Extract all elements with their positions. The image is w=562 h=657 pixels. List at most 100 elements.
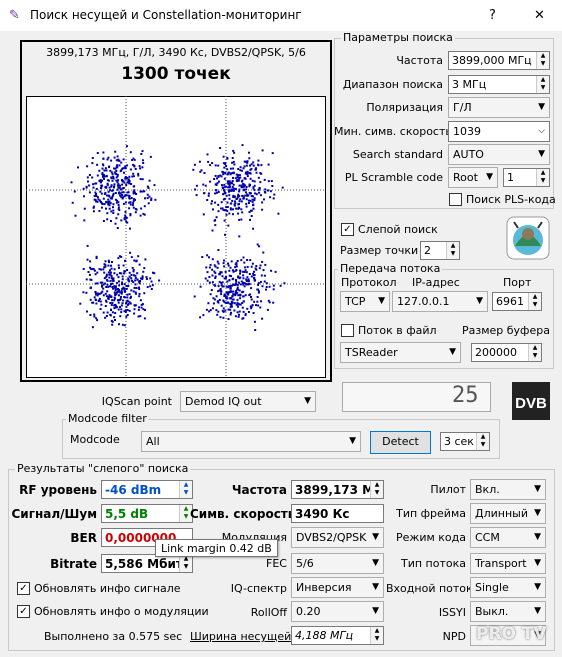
detect-button[interactable]: Detect: [370, 431, 431, 454]
update-mod-checkbox[interactable]: ✓: [17, 605, 30, 618]
mode-select[interactable]: CCM ▼: [470, 527, 546, 548]
constellation-point: [140, 306, 143, 309]
constellation-point: [230, 260, 233, 263]
input-label: Входной поток: [386, 582, 473, 595]
constellation-point: [217, 210, 220, 213]
constellation-point: [107, 190, 110, 193]
pl-value: 1: [507, 171, 514, 184]
port-spin[interactable]: ▲ ▼: [528, 293, 541, 310]
constellation-point: [234, 263, 237, 266]
constellation-point: [254, 267, 257, 270]
constellation-point: [153, 272, 156, 275]
constellation-point: [121, 278, 124, 281]
frame-select[interactable]: Длинный ▼: [470, 503, 546, 524]
point-size-spin[interactable]: ▲ ▼: [446, 242, 459, 259]
standard-select[interactable]: AUTO ▼: [448, 144, 550, 165]
constellation-point: [94, 282, 97, 285]
constellation-point: [143, 213, 146, 216]
pl-spin[interactable]: ▲ ▼: [536, 169, 549, 186]
constellation-point: [124, 214, 127, 217]
polarization-select[interactable]: Г/Л ▼: [448, 97, 550, 118]
min-sr-combo[interactable]: 1039 ⌵: [448, 121, 550, 142]
constellation-point: [203, 192, 206, 195]
constellation-point: [91, 157, 94, 159]
constellation-point: [129, 214, 132, 217]
constellation-point: [105, 299, 107, 302]
interval-input[interactable]: 3 сек ▲ ▼: [440, 432, 490, 451]
constellation-point: [119, 194, 122, 197]
range-spin[interactable]: ▲ ▼: [536, 76, 549, 93]
constellation-point: [116, 281, 119, 284]
constellation-point: [140, 277, 142, 280]
constellation-point: [99, 308, 102, 310]
pilot-select[interactable]: Вкл. ▼: [470, 479, 546, 500]
constellation-point: [238, 313, 240, 316]
constellation-point: [206, 153, 209, 156]
frequency-spin[interactable]: ▲ ▼: [536, 52, 549, 69]
pl-value-input[interactable]: 1 ▲ ▼: [503, 168, 550, 187]
constellation-point: [270, 180, 273, 183]
modcode-select[interactable]: All ▼: [141, 431, 361, 452]
constellation-point: [104, 292, 107, 295]
iq-select[interactable]: Инверсия ▼: [291, 577, 384, 598]
help-button[interactable]: ?: [470, 0, 515, 31]
constellation-point: [139, 167, 142, 170]
issyi-select[interactable]: Выкл. ▼: [470, 601, 546, 622]
constellation-point: [103, 169, 106, 172]
constellation-point: [100, 192, 103, 195]
rolloff-select[interactable]: 0.20 ▼: [291, 601, 384, 622]
constellation-point: [231, 157, 234, 159]
constellation-point: [128, 309, 131, 312]
constellation-point: [117, 207, 120, 210]
constellation-point: [111, 320, 114, 323]
point-size-input[interactable]: 2 ▲ ▼: [420, 241, 460, 260]
constellation-point: [258, 267, 261, 270]
stype-select[interactable]: Transport ▼: [470, 553, 546, 574]
constellation-point: [93, 296, 96, 299]
mod-select[interactable]: DVBS2/QPSK ▼: [291, 527, 384, 548]
constellation-point: [193, 295, 196, 298]
constellation-point: [148, 195, 151, 198]
constellation-point: [110, 159, 113, 162]
constellation-point: [106, 311, 109, 314]
constellation-point: [213, 219, 216, 222]
constellation-point: [106, 218, 109, 221]
range-input[interactable]: 3 МГц ▲ ▼: [448, 75, 550, 94]
constellation-point: [140, 153, 143, 155]
constellation-point: [130, 273, 133, 276]
constellation-point: [107, 264, 110, 267]
reader-select[interactable]: TSReader ▼: [340, 342, 461, 363]
protocol-select[interactable]: TCP ▼: [340, 291, 390, 312]
iqscan-select[interactable]: Demod IQ out ▼: [180, 391, 316, 412]
pls-search-checkbox[interactable]: [449, 193, 462, 206]
blind-search-checkbox[interactable]: ✓: [341, 223, 354, 236]
update-signal-checkbox[interactable]: ✓: [17, 582, 30, 595]
constellation-point: [228, 279, 231, 282]
buffer-input[interactable]: 200000 ▲ ▼: [471, 343, 542, 362]
constellation-point: [105, 286, 108, 288]
plot-frame: [26, 96, 326, 378]
constellation-point: [153, 184, 156, 187]
close-button[interactable]: ✕: [517, 0, 562, 31]
iq-value: Инверсия: [296, 581, 352, 594]
frequency-input[interactable]: 3899,000 МГц ▲ ▼: [448, 51, 550, 70]
constellation-point: [240, 218, 243, 221]
constellation-point: [252, 227, 255, 230]
ip-select[interactable]: 127.0.0.1 ▼: [392, 291, 488, 312]
input-select[interactable]: Single ▼: [470, 577, 546, 598]
buffer-spin[interactable]: ▲ ▼: [528, 344, 541, 361]
to-file-checkbox[interactable]: [341, 324, 354, 337]
constellation-point: [207, 160, 210, 163]
constellation-point: [111, 311, 114, 314]
port-input[interactable]: 6961 ▲ ▼: [492, 292, 542, 311]
constellation-point: [248, 202, 250, 204]
pl-mode-select[interactable]: Root ▼: [448, 167, 498, 188]
constellation-point: [220, 201, 223, 204]
constellation-point: [218, 273, 221, 276]
constellation-point: [115, 288, 118, 291]
constellation-point: [192, 168, 195, 171]
fec-select[interactable]: 5/6 ▼: [291, 553, 384, 574]
constellation-point: [241, 211, 244, 214]
interval-spin[interactable]: ▲ ▼: [476, 433, 489, 450]
constellation-point: [246, 173, 249, 175]
